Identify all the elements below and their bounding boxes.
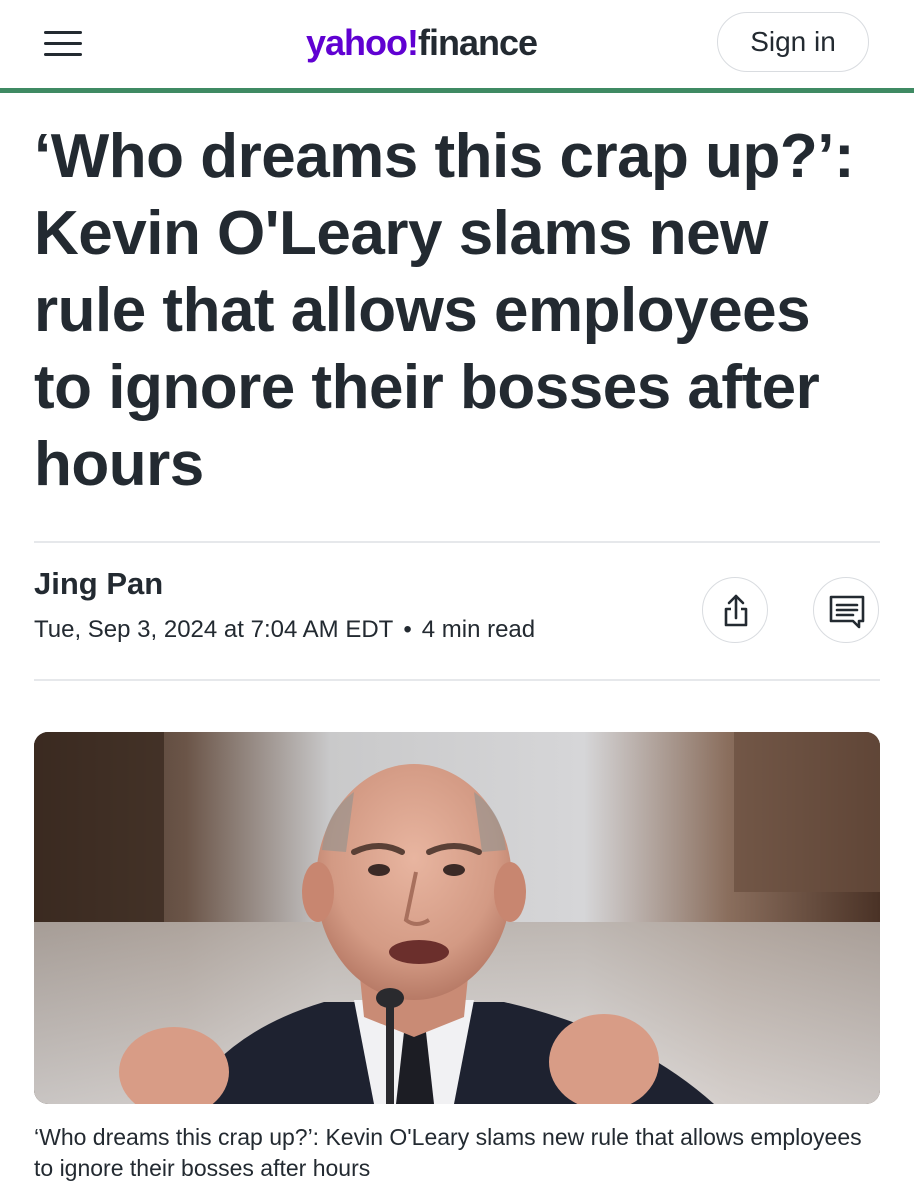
photo-caption: ‘Who dreams this crap up?’: Kevin O'Lear… bbox=[34, 1124, 862, 1181]
read-time: 4 min read bbox=[421, 616, 536, 643]
yahoo-finance-logo[interactable]: yahoo!finance bbox=[306, 18, 538, 68]
share-icon bbox=[724, 594, 748, 627]
divider bbox=[34, 541, 880, 543]
header-accent-bar bbox=[0, 88, 914, 93]
article-meta: Tue, Sep 3, 2024 at 7:04 AM EDT • 4 min re… bbox=[34, 613, 535, 647]
menu-line bbox=[44, 31, 82, 34]
article-photo[interactable] bbox=[34, 732, 880, 1104]
comments-button[interactable] bbox=[813, 577, 879, 643]
menu-line bbox=[44, 53, 82, 56]
article-headline: ‘Who dreams this crap up?’: Kevin O'Lear… bbox=[34, 122, 855, 499]
menu-icon[interactable] bbox=[44, 28, 82, 58]
meta-separator: • bbox=[403, 616, 412, 643]
divider bbox=[34, 679, 880, 681]
logo-yahoo: yahoo! bbox=[306, 22, 419, 63]
comments-icon bbox=[829, 595, 865, 629]
author-name[interactable]: Jing Pan bbox=[34, 564, 163, 604]
menu-line bbox=[44, 42, 82, 45]
top-header: yahoo!finance Sign in bbox=[0, 0, 914, 88]
share-button[interactable] bbox=[702, 577, 768, 643]
publish-date: Tue, Sep 3, 2024 at 7:04 AM EDT bbox=[34, 616, 394, 643]
logo-finance: finance bbox=[418, 22, 538, 63]
sign-in-button[interactable]: Sign in bbox=[717, 12, 869, 72]
kevin-oleary-photo bbox=[34, 732, 880, 1104]
